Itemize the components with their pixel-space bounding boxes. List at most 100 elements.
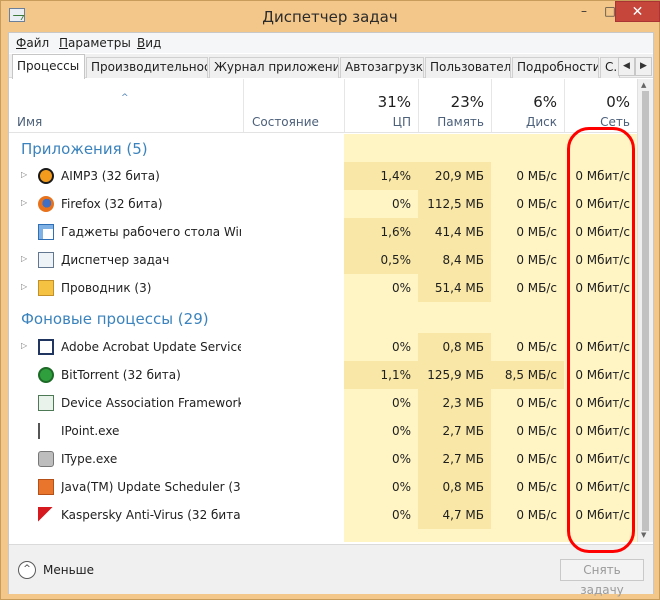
column-name[interactable]: Имя xyxy=(17,115,42,129)
column-disk: Диск xyxy=(525,115,557,129)
memory-value: 2,7 МБ xyxy=(442,424,484,438)
kaspersky-icon xyxy=(38,507,54,523)
close-button[interactable]: ✕ xyxy=(615,1,660,22)
network-value: 0 Мбит/с xyxy=(575,452,630,466)
memory-value: 8,4 МБ xyxy=(442,253,484,267)
disk-value: 0 МБ/с xyxy=(516,396,557,410)
collapse-icon[interactable]: ^ xyxy=(18,561,36,579)
memory-value: 0,8 МБ xyxy=(442,480,484,494)
tab-scroll-left-button[interactable]: ◀ xyxy=(618,57,635,76)
process-row[interactable]: Гаджеты рабочего стола Wind... 1,6% 41,4 М… xyxy=(9,218,637,246)
menu-file-accel: Ф xyxy=(16,36,27,50)
cpu-value: 0% xyxy=(391,396,411,410)
process-row[interactable]: BitTorrent (32 бита) 1,1% 125,9 МБ 8,5 МБ/с… xyxy=(9,361,637,389)
process-row[interactable]: Java(TM) Update Scheduler (32 ... 0% 0,8 М… xyxy=(9,473,637,501)
process-name: Adobe Acrobat Update Service (... xyxy=(61,340,241,354)
tab-startup[interactable]: Автозагрузка xyxy=(340,57,424,78)
disk-value: 0 МБ/с xyxy=(516,452,557,466)
network-value: 0 Мбит/с xyxy=(575,368,630,382)
tab-processes[interactable]: Процессы xyxy=(12,54,85,79)
ipoint-icon xyxy=(38,423,54,439)
network-value: 0 Мбит/с xyxy=(575,340,630,354)
menu-options[interactable]: Параметры xyxy=(59,36,131,50)
expand-icon[interactable]: ▷ xyxy=(21,282,27,291)
cpu-value: 1,1% xyxy=(380,368,412,382)
process-name: Диспетчер задач xyxy=(61,253,170,267)
cpu-value: 0% xyxy=(391,508,411,522)
task-manager-icon xyxy=(38,252,54,268)
process-row[interactable]: ▷ AIMP3 (32 бита) 1,4% 20,9 МБ 0 МБ/с 0 Мбит/… xyxy=(9,162,637,190)
network-value: 0 Мбит/с xyxy=(575,396,630,410)
cpu-value: 1,6% xyxy=(380,225,412,239)
tab-performance[interactable]: Производительность xyxy=(86,57,208,78)
expand-icon[interactable]: ▷ xyxy=(21,198,27,207)
process-row[interactable]: IPoint.exe 0% 2,7 МБ 0 МБ/с 0 Мбит/с xyxy=(9,417,637,445)
explorer-icon xyxy=(38,280,54,296)
device-association-icon xyxy=(38,395,54,411)
disk-value: 0 МБ/с xyxy=(516,424,557,438)
column-memory: Память xyxy=(437,115,484,129)
process-row[interactable]: IType.exe 0% 2,7 МБ 0 МБ/с 0 Мбит/с xyxy=(9,445,637,473)
scroll-up-icon[interactable]: ▲ xyxy=(641,81,646,89)
menu-options-label: араметры xyxy=(68,36,131,50)
menu-options-accel: П xyxy=(59,36,69,50)
disk-value: 0 МБ/с xyxy=(516,197,557,211)
network-value: 0 Мбит/с xyxy=(575,197,630,211)
tab-app-history[interactable]: Журнал приложений xyxy=(209,57,339,78)
memory-value: 20,9 МБ xyxy=(434,169,484,183)
process-name: Проводник (3) xyxy=(61,281,152,295)
minimize-button[interactable]: – xyxy=(571,1,597,22)
network-value: 0 Мбит/с xyxy=(575,281,630,295)
process-row[interactable]: ▷ Firefox (32 бита) 0% 112,5 МБ 0 МБ/с 0 Мбит… xyxy=(9,190,637,218)
group-background: Фоновые процессы (29) xyxy=(9,304,637,332)
menu-view[interactable]: Вид xyxy=(137,36,161,50)
process-name: Java(TM) Update Scheduler (32 ... xyxy=(61,480,241,494)
expand-icon[interactable]: ▷ xyxy=(21,341,27,350)
disk-value: 8,5 МБ/с xyxy=(504,368,557,382)
process-row[interactable]: ▷ Adobe Acrobat Update Service (... 0% 0,8 … xyxy=(9,333,637,361)
title-bar: Диспетчер задач – □ ✕ xyxy=(1,1,660,32)
expand-icon[interactable]: ▷ xyxy=(21,254,27,263)
process-row[interactable]: ▷ Проводник (3) 0% 51,4 МБ 0 МБ/с 0 Мбит/с xyxy=(9,274,637,302)
process-name: AIMP3 (32 бита) xyxy=(61,169,160,183)
sort-ascending-icon[interactable]: ^ xyxy=(121,93,129,103)
column-memory-header[interactable]: 23% Память xyxy=(418,79,491,132)
cpu-value: 0% xyxy=(391,452,411,466)
column-network: Сеть xyxy=(600,115,630,129)
process-row[interactable]: Device Association Framework ... 0% 2,3 МБ… xyxy=(9,389,637,417)
footer: ^ Меньше Снять задачу xyxy=(9,544,653,597)
network-value: 0 Мбит/с xyxy=(575,253,630,267)
network-value: 0 Мбит/с xyxy=(575,480,630,494)
disk-value: 0 МБ/с xyxy=(516,253,557,267)
menu-view-accel: В xyxy=(137,36,146,50)
group-background-label: Фоновые процессы (29) xyxy=(21,310,209,328)
network-value: 0 Мбит/с xyxy=(575,225,630,239)
column-disk-header[interactable]: 6% Диск xyxy=(491,79,564,132)
expand-icon[interactable]: ▷ xyxy=(21,170,27,179)
column-cpu-header[interactable]: 31% ЦП xyxy=(344,79,418,132)
vertical-scrollbar[interactable]: ▲ ▼ xyxy=(637,79,653,542)
fewer-details-link[interactable]: Меньше xyxy=(43,563,94,577)
tab-details[interactable]: Подробности xyxy=(512,57,599,78)
process-list: Приложения (5) ▷ AIMP3 (32 бита) 1,4% 20,9 М… xyxy=(9,134,637,542)
tab-users[interactable]: Пользователи xyxy=(425,57,511,78)
end-task-button[interactable]: Снять задачу xyxy=(560,559,644,597)
column-network-header[interactable]: 0% Сеть xyxy=(564,79,637,132)
menu-file[interactable]: Файл xyxy=(16,36,49,50)
process-name: IType.exe xyxy=(61,452,118,466)
process-row[interactable]: ▷ Диспетчер задач 0,5% 8,4 МБ 0 МБ/с 0 Мбит/с xyxy=(9,246,637,274)
tab-services[interactable]: С... xyxy=(600,57,620,78)
scroll-thumb[interactable] xyxy=(642,91,649,531)
process-row[interactable]: Kaspersky Anti-Virus (32 бита) 0% 4,7 МБ 0 … xyxy=(9,501,637,529)
column-status-header[interactable]: Состояние xyxy=(243,79,344,132)
tab-scroll-right-button[interactable]: ▶ xyxy=(635,57,652,76)
scroll-down-icon[interactable]: ▼ xyxy=(641,531,646,539)
memory-value: 0,8 МБ xyxy=(442,340,484,354)
process-name: Гаджеты рабочего стола Wind... xyxy=(61,225,241,239)
network-value: 0 Мбит/с xyxy=(575,424,630,438)
group-apps: Приложения (5) xyxy=(9,134,637,162)
gadgets-icon xyxy=(38,224,54,240)
aimp-icon xyxy=(38,168,54,184)
disk-total: 6% xyxy=(533,93,557,111)
memory-value: 51,4 МБ xyxy=(434,281,484,295)
